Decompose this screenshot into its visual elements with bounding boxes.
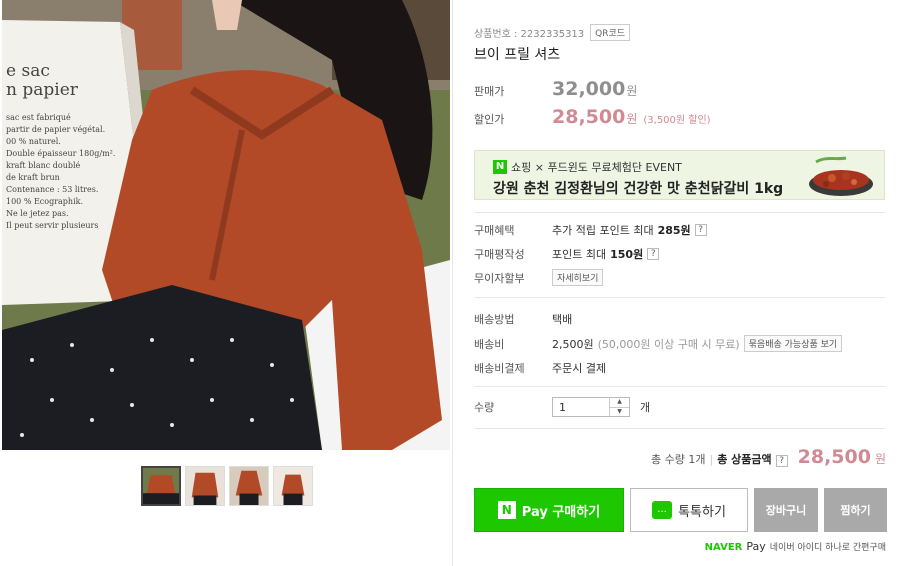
installment-label: 무이자할부: [474, 271, 525, 285]
banner-headline: N 쇼핑 × 푸드윈도 무료체험단 EVENT: [493, 159, 682, 175]
sale-price-label: 할인가: [474, 113, 505, 126]
pay-button-label: Pay 구매하기: [521, 504, 601, 520]
installment-detail-button[interactable]: 자세히보기: [552, 269, 604, 286]
main-product-photo[interactable]: e sac n papier sac est fabriqué partir d…: [2, 0, 450, 450]
bag-text-line: sac est fabriqué: [6, 113, 71, 122]
sale-price-value: 28,500: [552, 106, 626, 128]
purchase-benefit-label: 구매혜택: [474, 224, 515, 237]
shipping-fee-note: (50,000원 이상 구매 시 무료): [597, 337, 740, 351]
naver-pay-text: 네이버 아이디 하나로 간편구매: [769, 543, 886, 553]
bag-text-line: Ne le jetez pas.: [6, 209, 69, 218]
divider: [474, 386, 885, 387]
shipping-method-row: 배송방법 택배: [474, 311, 572, 327]
divider: [474, 212, 885, 213]
bag-text-line: kraft blanc doublé: [6, 161, 81, 170]
sell-price-unit: 원: [626, 84, 638, 98]
product-gallery: e sac n papier sac est fabriqué partir d…: [0, 0, 452, 566]
food-dish-icon: [809, 156, 873, 196]
total-quantity: 총 수량 1개: [650, 453, 706, 466]
total-price-unit: 원: [874, 452, 886, 466]
shipping-method-value: 택배: [552, 313, 573, 326]
purchase-benefit-text: 추가 적립 포인트 최대: [552, 224, 654, 237]
thumbnail-1[interactable]: [141, 466, 181, 506]
thumbnail-4[interactable]: [273, 466, 313, 506]
talktalk-button[interactable]: ... 톡톡하기: [630, 488, 748, 532]
help-icon[interactable]: ?: [775, 455, 788, 467]
bag-text-line: Double épaisseur 180g/m².: [6, 149, 116, 158]
installment-row: 무이자할부 자세히보기: [474, 269, 604, 286]
quantity-unit: 개: [640, 401, 651, 414]
quantity-stepper: ▲ ▼: [552, 397, 630, 417]
shipping-payment-row: 배송비결제 주문시 결제: [474, 360, 606, 376]
review-benefit-points: 150원: [610, 248, 644, 261]
sale-price-unit: 원: [626, 112, 638, 126]
wishlist-button[interactable]: 찜하기: [824, 488, 887, 532]
naver-n-icon: N: [493, 160, 507, 174]
divider: [474, 297, 885, 298]
shipping-fee-row: 배송비 2,500원 (50,000원 이상 구매 시 무료) 묶음배송 가능상…: [474, 335, 843, 352]
sale-price-row: 할인가 28,500 원 (3,500원 할인): [474, 106, 711, 128]
total-separator: |: [709, 453, 714, 466]
bag-text-line: e sac: [6, 61, 50, 81]
bag-text-line: Il peut servir plusieurs: [6, 221, 99, 230]
event-banner[interactable]: N 쇼핑 × 푸드윈도 무료체험단 EVENT 강원 춘천 김정환님의 건강한 …: [474, 150, 885, 200]
quantity-label: 수량: [474, 401, 495, 414]
thumbnail-strip: [141, 466, 313, 506]
quantity-down-icon[interactable]: ▼: [610, 406, 629, 417]
purchase-benefit-points: 285원: [657, 224, 691, 237]
shipping-fee-label: 배송비: [474, 337, 505, 351]
shipping-payment-label: 배송비결제: [474, 362, 525, 375]
bag-text-line: Contenance : 53 litres.: [6, 185, 99, 194]
bag-text-line: partir de papier végétal.: [6, 125, 106, 134]
bag-print-text: e sac n papier sac est fabriqué partir d…: [6, 62, 156, 232]
thumbnail-2[interactable]: [185, 466, 225, 506]
talktalk-label: 톡톡하기: [678, 504, 726, 520]
sell-price-row: 판매가 32,000 원: [474, 78, 637, 100]
total-row: 총 수량 1개 | 총 상품금액 ? 28,500 원: [651, 446, 886, 468]
discount-note: (3,500원 할인): [643, 115, 711, 126]
purchase-benefit-row: 구매혜택 추가 적립 포인트 최대 285원 ?: [474, 222, 707, 238]
naver-logo: NAVER: [704, 542, 743, 553]
review-benefit-text: 포인트 최대: [552, 248, 607, 261]
pay-logo: Pay: [746, 540, 766, 553]
product-number-row: 상품번호 : 2232335313 QR코드: [474, 24, 631, 41]
total-price-value: 28,500: [797, 446, 871, 468]
naver-pay-note: NAVER Pay 네이버 아이디 하나로 간편구매: [705, 540, 886, 553]
review-benefit-row: 구매평작성 포인트 최대 150원 ?: [474, 246, 660, 262]
bag-text-line: n papier: [6, 80, 78, 100]
naver-n-icon: N: [497, 501, 516, 519]
shipping-payment-value: 주문시 결제: [552, 362, 607, 375]
column-divider: [452, 0, 453, 566]
action-buttons: N Pay 구매하기 ... 톡톡하기 장바구니 찜하기: [474, 488, 887, 532]
qr-code-button[interactable]: QR코드: [590, 24, 631, 41]
bag-text-line: 100 % Ecographik.: [6, 197, 84, 206]
product-number: 상품번호 : 2232335313: [474, 29, 585, 40]
shipping-method-label: 배송방법: [474, 313, 515, 326]
quantity-input[interactable]: [553, 398, 609, 416]
divider: [474, 428, 885, 429]
bag-text-line: 00 % naturel.: [6, 137, 61, 146]
shipping-fee-value: 2,500원: [552, 337, 594, 351]
total-price-label: 총 상품금액: [717, 453, 772, 466]
bag-text-line: de kraft brun: [6, 173, 60, 182]
cart-button[interactable]: 장바구니: [754, 488, 818, 532]
sell-price-value: 32,000: [552, 78, 626, 100]
banner-line2: 강원 춘천 김정환님의 건강한 맛 춘천닭갈비 1kg: [493, 181, 784, 197]
help-icon[interactable]: ?: [647, 248, 660, 260]
review-benefit-label: 구매평작성: [474, 248, 525, 261]
bundle-shipping-button[interactable]: 묶음배송 가능상품 보기: [743, 335, 843, 352]
product-title: 브이 프릴 셔츠: [474, 47, 561, 63]
sell-price-label: 판매가: [474, 85, 505, 98]
thumbnail-3[interactable]: [229, 466, 269, 506]
talk-bubble-icon: ...: [652, 501, 673, 519]
naver-pay-buy-button[interactable]: N Pay 구매하기: [474, 488, 624, 532]
product-info-panel: 상품번호 : 2232335313 QR코드 브이 프릴 셔츠 판매가 32,0…: [474, 0, 887, 566]
quantity-row: 수량 ▲ ▼ 개: [474, 397, 650, 417]
help-icon[interactable]: ?: [694, 224, 707, 236]
quantity-up-icon[interactable]: ▲: [610, 398, 629, 407]
banner-line1: 쇼핑 × 푸드윈도 무료체험단 EVENT: [511, 161, 682, 174]
